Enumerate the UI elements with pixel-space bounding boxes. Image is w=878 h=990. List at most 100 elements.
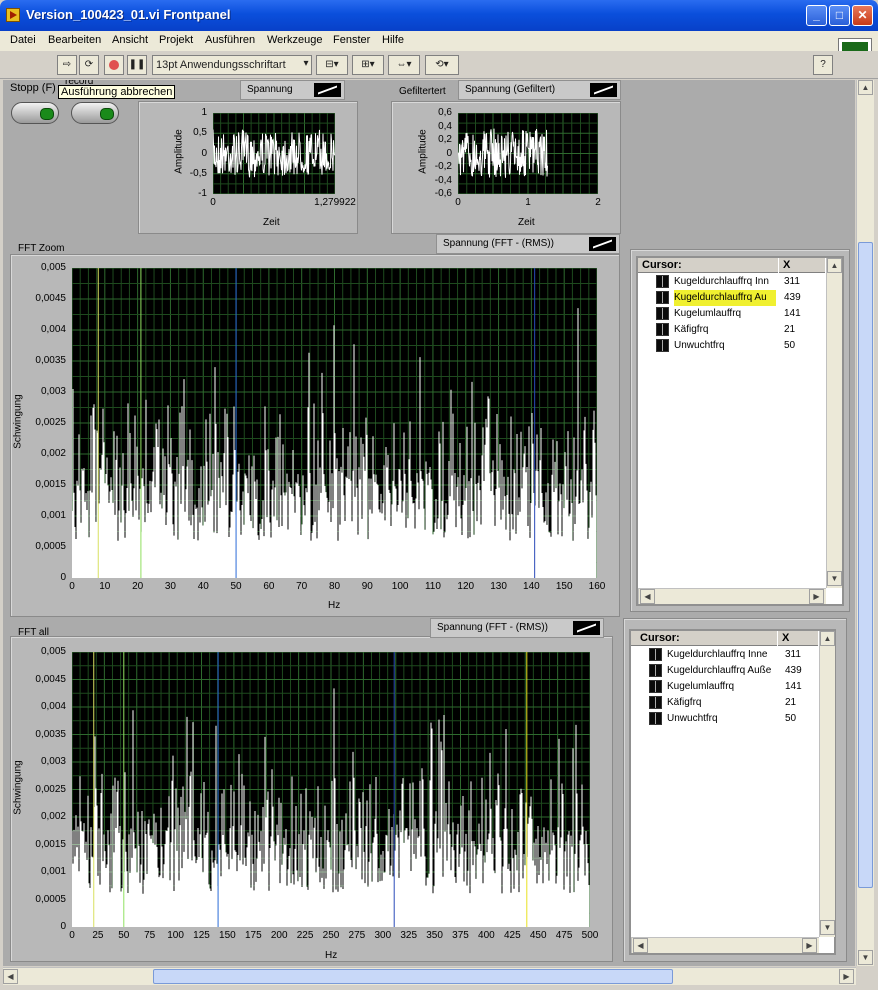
cursor-name[interactable]: Kugeldurchlauffrq Auße <box>667 663 777 679</box>
scroll-down-icon[interactable]: ▼ <box>827 571 842 586</box>
cursor-x-value[interactable]: 21 <box>785 695 819 711</box>
cursor-icon[interactable] <box>656 323 669 336</box>
graph2-x-title: Zeit <box>518 217 535 228</box>
cursor-list-1-hscroll[interactable]: ◀ ▶ <box>638 588 826 604</box>
y-tick-label: 0,0005 <box>35 541 66 552</box>
align-objects-icon[interactable]: ⊟▾ <box>316 55 348 75</box>
cursor-name[interactable]: Käfigfrq <box>674 322 776 338</box>
fft-zoom-legend[interactable]: Spannung (FFT - (RMS)) <box>436 234 620 254</box>
record-button[interactable] <box>71 102 119 124</box>
cursor-icon[interactable] <box>656 339 669 352</box>
scroll-up-icon[interactable]: ▲ <box>820 631 835 646</box>
cursor-name[interactable]: Unwuchtfrq <box>667 711 777 727</box>
cursor-list-1[interactable]: Cursor: X ▲ ▼ ◀ ▶ Kugeldurchlauffrq Inn 3… <box>636 256 844 606</box>
x-tick-label: 1,279922 <box>314 197 356 208</box>
fft-all-plot-area[interactable] <box>72 652 590 927</box>
cursor-x-value[interactable]: 21 <box>784 322 818 338</box>
menu-ansicht[interactable]: Ansicht <box>112 34 148 46</box>
y-tick-label: 0,002 <box>40 448 66 459</box>
cursor-list-2[interactable]: Cursor: X ▲ ▼ ◀ ▶ Kugeldurchlauffrq Inne… <box>629 629 836 955</box>
resize-objects-icon[interactable]: ⇔▾ <box>388 55 420 75</box>
cursor-x-value[interactable]: 439 <box>784 290 818 306</box>
cursor-name[interactable]: Käfigfrq <box>667 695 777 711</box>
menu-ausfuehren[interactable]: Ausführen <box>205 34 255 46</box>
pause-icon[interactable]: ❚❚ <box>127 55 147 75</box>
cursor-name[interactable]: Kugeldurchlauffrq Au <box>674 290 776 306</box>
cursor-list-2-vscroll[interactable]: ▲ ▼ <box>819 631 835 937</box>
cursor-name[interactable]: Unwuchtfrq <box>674 338 776 354</box>
graph2-plot-area[interactable] <box>458 113 598 194</box>
menu-datei[interactable]: Datei <box>10 34 36 46</box>
scroll-left-icon[interactable]: ◀ <box>640 589 655 604</box>
graph1-legend-label: Spannung <box>247 84 293 95</box>
abort-icon[interactable] <box>104 55 124 75</box>
menu-hilfe[interactable]: Hilfe <box>382 34 404 46</box>
front-panel: Stopp (F) record Ausführung abbrechen Sp… <box>3 80 855 966</box>
cursor-icon[interactable] <box>656 275 669 288</box>
window-vscroll[interactable]: ▲ ▼ <box>856 80 874 966</box>
graph1-plot-area[interactable] <box>213 113 335 194</box>
scroll-right-icon[interactable]: ▶ <box>802 938 817 953</box>
scroll-left-icon[interactable]: ◀ <box>633 938 648 953</box>
window-vscroll-thumb[interactable] <box>858 242 873 888</box>
cursor-icon[interactable] <box>656 291 669 304</box>
graph1-x-title: Zeit <box>263 217 280 228</box>
y-tick-label: 0,005 <box>40 262 66 273</box>
run-arrow-icon[interactable]: ⇨ <box>57 55 77 75</box>
scroll-right-icon[interactable]: ▶ <box>839 969 854 984</box>
graph2-legend[interactable]: Spannung (Gefiltert) <box>458 80 621 100</box>
graph1-legend[interactable]: Spannung <box>240 80 345 100</box>
cursor-list-1-vscroll[interactable]: ▲ ▼ <box>826 258 842 588</box>
cursor-x-value[interactable]: 50 <box>784 338 818 354</box>
cursor-x-value[interactable]: 311 <box>784 274 818 290</box>
stop-label: Stopp (F) <box>10 82 56 94</box>
window-hscroll[interactable]: ◀ ▶ <box>3 967 856 985</box>
y-tick-label: 0,004 <box>40 701 66 712</box>
menu-werkzeuge[interactable]: Werkzeuge <box>267 34 322 46</box>
scroll-down-icon[interactable]: ▼ <box>858 950 873 965</box>
cursor-x-value[interactable]: 141 <box>785 679 819 695</box>
scroll-down-icon[interactable]: ▼ <box>820 920 835 935</box>
window-hscroll-thumb[interactable] <box>153 969 673 984</box>
maximize-button[interactable]: □ <box>829 5 850 26</box>
cursor-icon[interactable] <box>649 680 662 693</box>
menu-projekt[interactable]: Projekt <box>159 34 193 46</box>
fft-zoom-plot-area[interactable] <box>72 268 597 578</box>
cursor-x-value[interactable]: 439 <box>785 663 819 679</box>
cursor-x-value[interactable]: 141 <box>784 306 818 322</box>
fft-all-legend[interactable]: Spannung (FFT - (RMS)) <box>430 618 604 638</box>
minimize-button[interactable]: _ <box>806 5 827 26</box>
scroll-up-icon[interactable]: ▲ <box>827 258 842 273</box>
cursor-name[interactable]: Kugeldurchlauffrq Inn <box>674 274 776 290</box>
cursor-icon[interactable] <box>656 307 669 320</box>
run-continuously-icon[interactable]: ⟳ <box>79 55 99 75</box>
cursor-name[interactable]: Kugelumlauffrq <box>667 679 777 695</box>
cursor-icon[interactable] <box>649 664 662 677</box>
menu-fenster[interactable]: Fenster <box>333 34 370 46</box>
cursor-x-value[interactable]: 311 <box>785 647 819 663</box>
help-button[interactable]: ? <box>813 55 833 75</box>
cursor-x-value[interactable]: 50 <box>785 711 819 727</box>
cursor-list-2-hscroll[interactable]: ◀ ▶ <box>631 937 819 953</box>
menu-bearbeiten[interactable]: Bearbeiten <box>48 34 101 46</box>
cursor-x-header: X <box>778 631 818 646</box>
cursor-x-header: X <box>779 258 825 273</box>
cursor-icon[interactable] <box>649 696 662 709</box>
cursor-icon[interactable] <box>649 712 662 725</box>
fft-zoom-caption: FFT Zoom <box>18 243 65 254</box>
y-tick-label: 0,001 <box>40 510 66 521</box>
close-button[interactable]: ✕ <box>852 5 873 26</box>
reorder-icon[interactable]: ⟲▾ <box>425 55 459 75</box>
cursor-icon[interactable] <box>649 648 662 661</box>
plot-svg <box>72 652 590 927</box>
font-select[interactable]: 13pt Anwendungsschriftart <box>152 55 312 75</box>
plot-line-icon <box>589 237 616 251</box>
scroll-up-icon[interactable]: ▲ <box>858 80 873 95</box>
cursor-name[interactable]: Kugeldurchlauffrq Inne <box>667 647 777 663</box>
scroll-left-icon[interactable]: ◀ <box>3 969 18 984</box>
scroll-right-icon[interactable]: ▶ <box>809 589 824 604</box>
stop-button[interactable] <box>11 102 59 124</box>
y-tick-label: 0,0025 <box>35 417 66 428</box>
distribute-objects-icon[interactable]: ⊞▾ <box>352 55 384 75</box>
cursor-name[interactable]: Kugelumlauffrq <box>674 306 776 322</box>
